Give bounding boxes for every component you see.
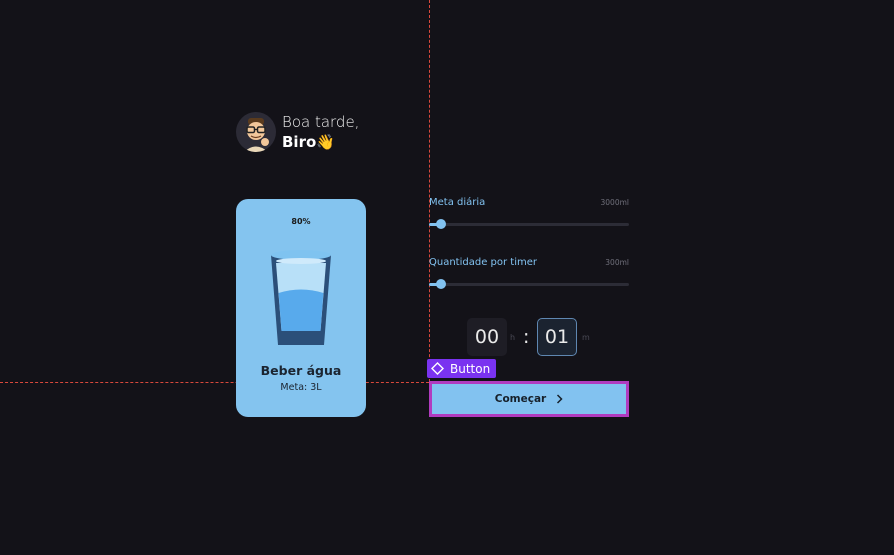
per-timer-slider-block: Quantidade por timer 300ml	[429, 257, 629, 289]
component-badge-label: Button	[450, 361, 491, 376]
water-card[interactable]: 80% Beber água Meta: 3L	[236, 199, 366, 417]
wave-emoji-icon: 👋	[316, 133, 335, 151]
start-button[interactable]: Começar	[429, 381, 629, 417]
daily-goal-slider-block: Meta diária 3000ml	[429, 197, 629, 229]
time-separator: :	[523, 326, 530, 348]
daily-goal-slider[interactable]	[429, 219, 629, 229]
guide-line-vertical	[429, 0, 430, 382]
progress-percent: 80%	[291, 217, 311, 226]
avatar[interactable]	[236, 112, 276, 152]
user-name: Biro	[282, 133, 317, 151]
component-badge: Button	[427, 359, 497, 378]
minutes-unit: m	[582, 333, 590, 342]
chevron-right-icon	[557, 394, 563, 404]
per-timer-slider[interactable]	[429, 279, 629, 289]
card-meta: Meta: 3L	[280, 382, 322, 393]
per-timer-label: Quantidade por timer	[429, 257, 537, 268]
daily-goal-label: Meta diária	[429, 197, 486, 208]
hours-field[interactable]: 00	[467, 318, 507, 356]
card-title: Beber água	[260, 363, 342, 378]
emoji-avatar-icon	[244, 118, 269, 152]
minutes-field[interactable]: 01	[537, 318, 577, 356]
per-timer-max: 300ml	[605, 258, 629, 267]
hours-unit: h	[510, 333, 516, 342]
daily-goal-thumb[interactable]	[436, 219, 446, 229]
greeting: Boa tarde, Biro👋	[236, 112, 359, 152]
start-button-label: Começar	[494, 393, 547, 405]
water-glass-icon	[271, 250, 331, 345]
greeting-text: Boa tarde,	[282, 113, 360, 131]
component-diamond-icon	[431, 362, 444, 375]
per-timer-thumb[interactable]	[436, 279, 446, 289]
daily-goal-max: 3000ml	[600, 198, 629, 207]
